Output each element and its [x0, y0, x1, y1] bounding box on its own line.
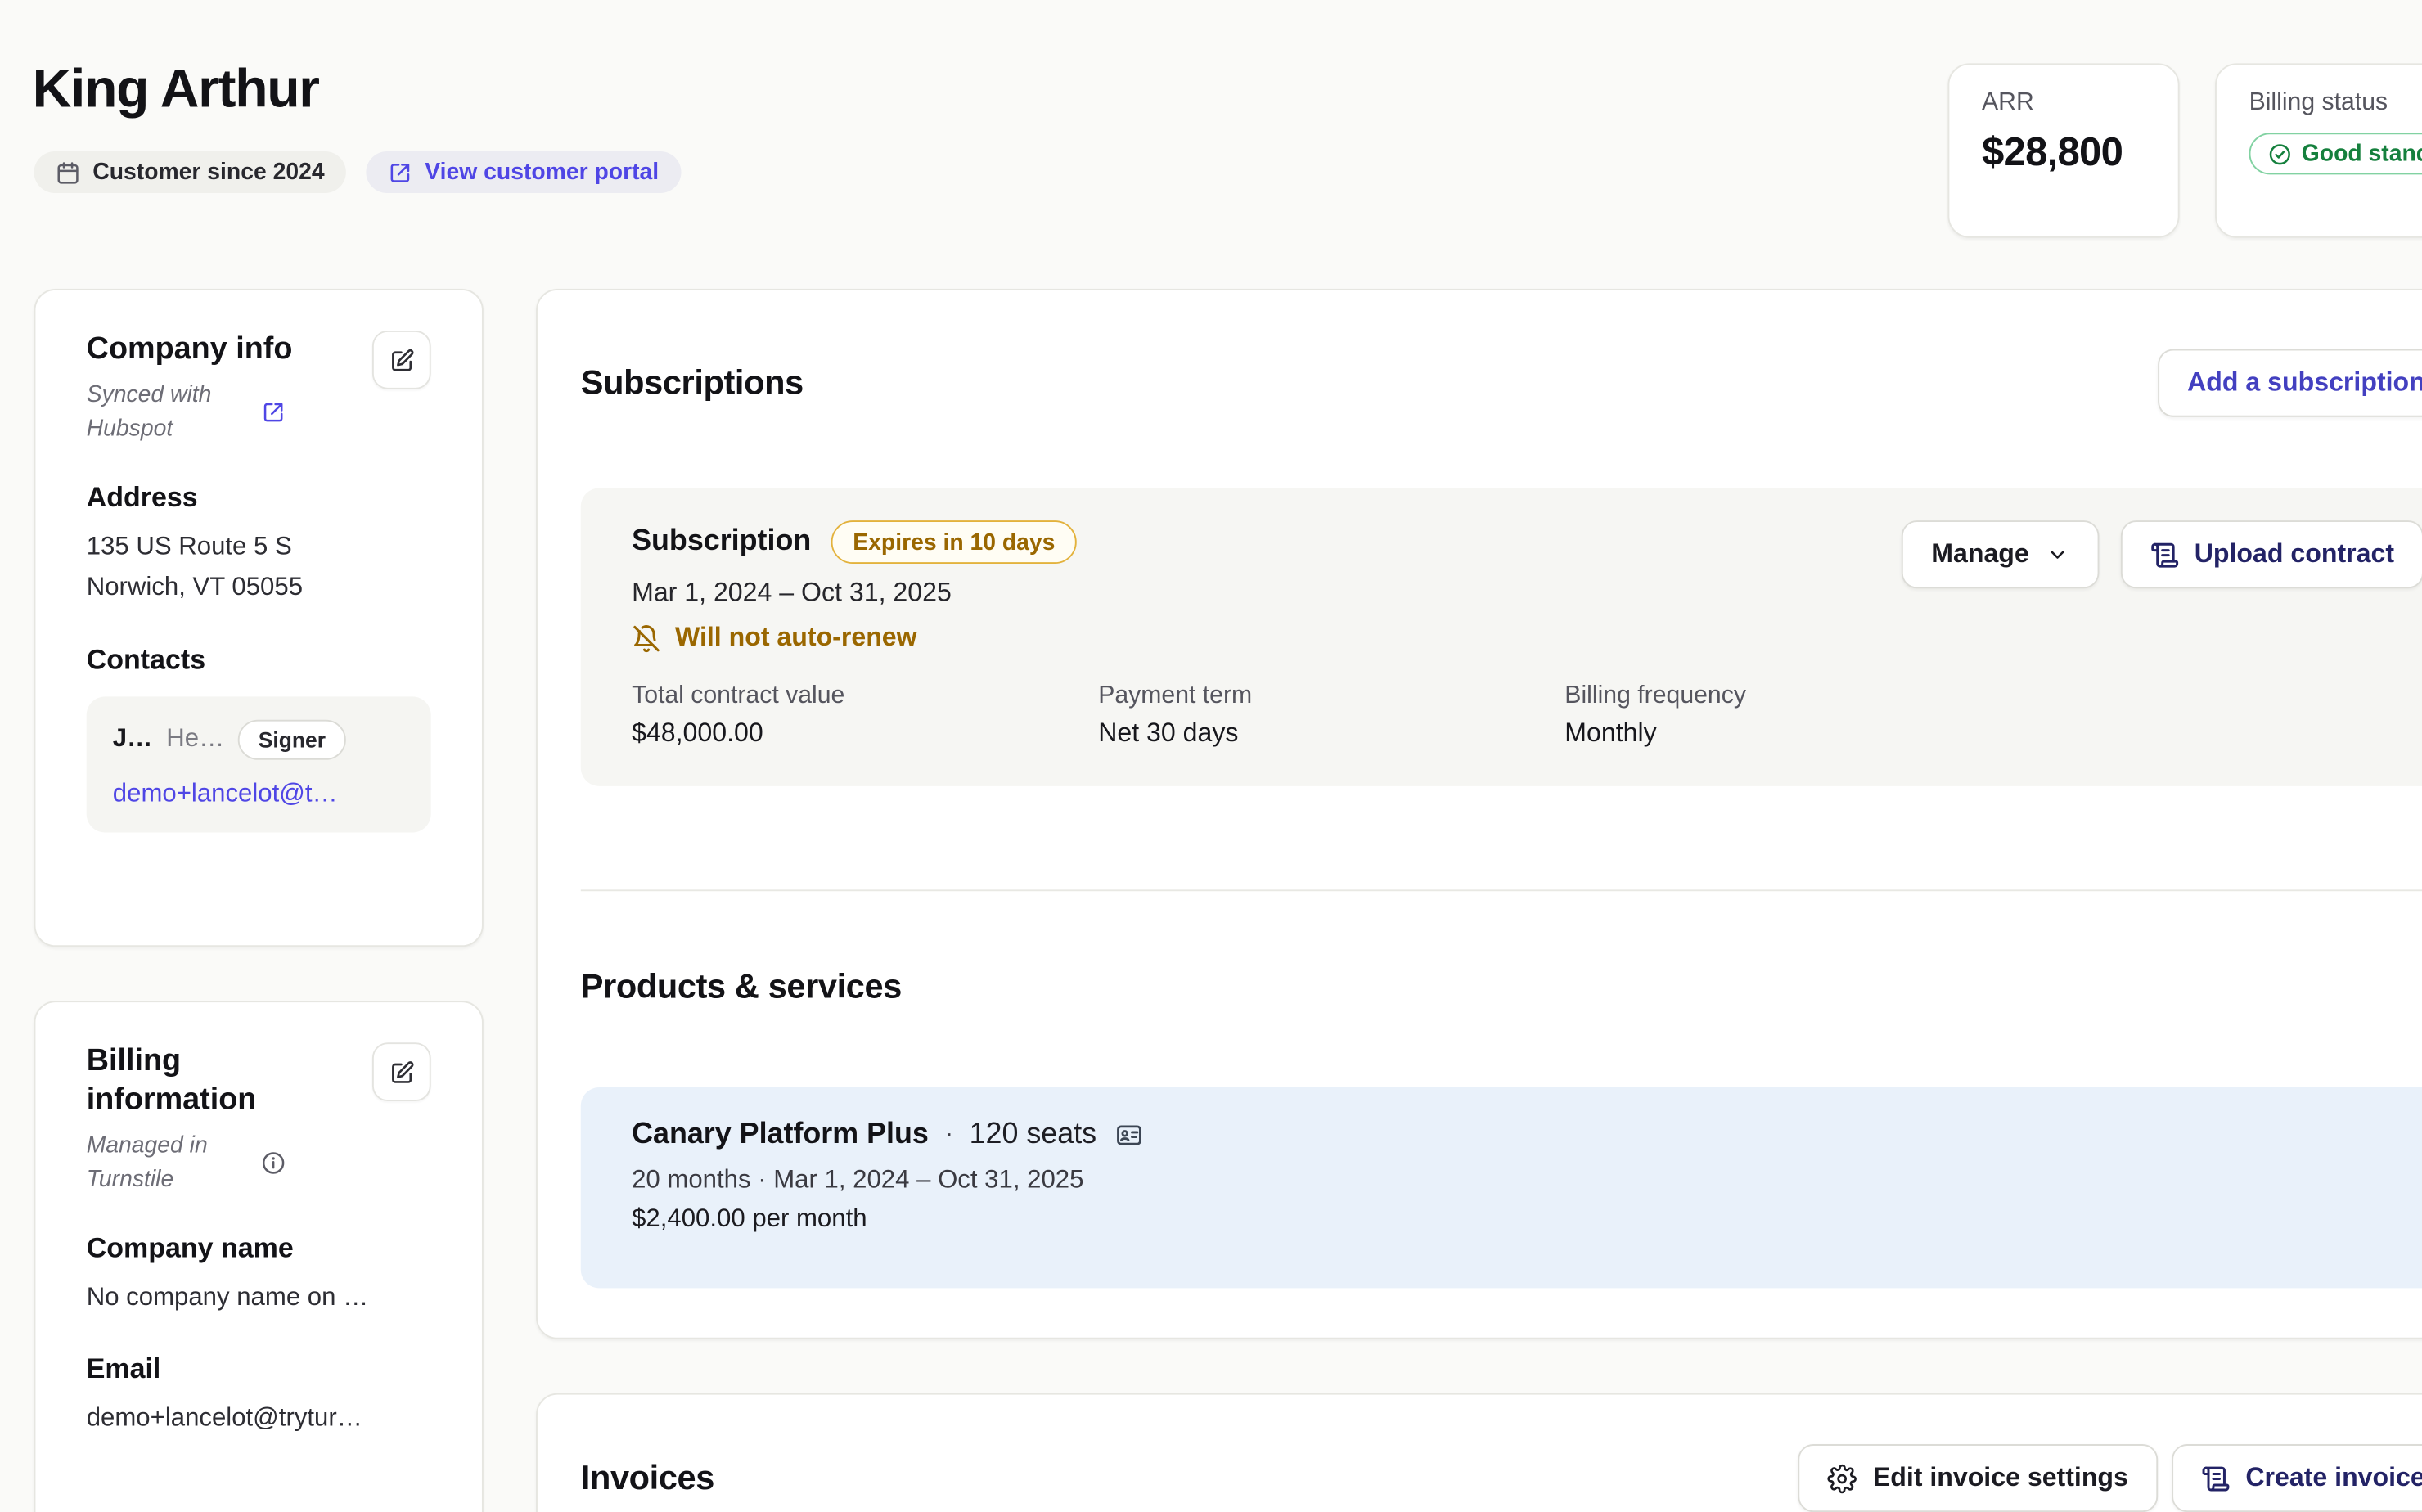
company-name-label: Company name: [87, 1231, 431, 1264]
address-label: Address: [87, 481, 431, 514]
upload-contract-label: Upload contract: [2195, 539, 2394, 570]
edit-invoice-settings-button[interactable]: Edit invoice settings: [1798, 1444, 2158, 1512]
product-seats: 120 seats: [970, 1118, 1097, 1153]
portal-link-label: View customer portal: [425, 159, 659, 185]
contract-scroll-icon: [2150, 540, 2179, 569]
good-standing-badge: Good standing: [2249, 133, 2422, 174]
create-invoice-label: Create invoice: [2245, 1463, 2422, 1494]
stat-label: Payment term: [1098, 682, 1564, 710]
invoices-section: Invoices Edit invoice settings Create in…: [536, 1393, 2422, 1512]
billing-status-label: Billing status: [2249, 89, 2422, 117]
product-price: $2,400.00 per month: [632, 1204, 2403, 1234]
stat-value: Monthly: [1564, 718, 2031, 749]
edit-company-info-button[interactable]: [372, 331, 431, 389]
chevron-down-icon: [2045, 542, 2069, 567]
edit-billing-info-button[interactable]: [372, 1042, 431, 1101]
address-line1: 135 US Route 5 S: [87, 526, 431, 567]
edit-pencil-icon: [389, 347, 415, 373]
create-invoice-button[interactable]: Create invoice: [2172, 1444, 2422, 1512]
address-value: 135 US Route 5 S Norwich, VT 05055: [87, 526, 431, 609]
good-standing-label: Good standing: [2302, 141, 2422, 167]
synced-note: Synced with Hubspot: [87, 378, 249, 445]
signer-role-badge: Signer: [238, 720, 345, 760]
contact-first-name: J…: [113, 725, 152, 754]
add-subscription-label: Add a subscription: [2187, 367, 2422, 398]
address-line2: Norwich, VT 05055: [87, 567, 431, 608]
upload-contract-button[interactable]: Upload contract: [2120, 520, 2422, 588]
billing-information-card: Billing information Managed in Turnstile…: [34, 1001, 484, 1512]
section-divider: [581, 889, 2422, 891]
contact-last-name: He…: [166, 725, 224, 754]
stat-value: $48,000.00: [632, 718, 1098, 749]
managed-note: Managed in Turnstile: [87, 1129, 249, 1196]
company-name-value: No company name on …: [87, 1276, 431, 1317]
check-circle-icon: [2267, 142, 2292, 166]
hubspot-external-link-icon[interactable]: [261, 399, 286, 424]
contact-email-link[interactable]: demo+lancelot@t…: [113, 780, 405, 809]
arr-label: ARR: [1982, 89, 2145, 117]
auto-renew-label: Will not auto-renew: [675, 623, 917, 654]
product-item[interactable]: Canary Platform Plus · 120 seats 20 mont…: [581, 1087, 2422, 1288]
customer-name-title: King Arthur: [33, 59, 319, 121]
customer-since-label: Customer since 2024: [92, 159, 324, 185]
add-subscription-button[interactable]: Add a subscription: [2158, 349, 2422, 417]
product-separator: ·: [944, 1118, 954, 1153]
company-info-card: Company info Synced with Hubspot Address…: [34, 289, 484, 947]
gear-icon: [1828, 1464, 1857, 1493]
bell-off-icon: [632, 623, 661, 653]
billing-status-card: Billing status Good standing: [2215, 63, 2422, 237]
billing-email-value: demo+lancelot@trytur…: [87, 1398, 431, 1439]
subscription-stats: Total contract value $48,000.00 Payment …: [632, 682, 2403, 749]
stat-value: Net 30 days: [1098, 718, 1564, 749]
billing-email-label: Email: [87, 1353, 431, 1386]
manage-label: Manage: [1931, 539, 2028, 570]
arr-card: ARR $28,800: [1947, 63, 2179, 237]
product-name: Canary Platform Plus: [632, 1118, 929, 1153]
invoices-title: Invoices: [581, 1458, 714, 1498]
subscriptions-title: Subscriptions: [581, 363, 804, 403]
products-services-title: Products & services: [581, 967, 902, 1007]
info-icon[interactable]: [261, 1150, 286, 1175]
seats-contact-card-icon: [1115, 1122, 1143, 1150]
manage-button[interactable]: Manage: [1902, 520, 2098, 588]
invoice-scroll-icon: [2201, 1464, 2231, 1493]
subscription-item: Subscription Expires in 10 days Mar 1, 2…: [581, 488, 2422, 786]
product-term: 20 months · Mar 1, 2024 – Oct 31, 2025: [632, 1166, 2403, 1195]
edit-pencil-icon: [389, 1059, 415, 1085]
edit-invoice-settings-label: Edit invoice settings: [1873, 1463, 2128, 1494]
customer-detail-page: King Arthur Customer since 2024 View cus…: [0, 0, 2422, 1512]
external-link-icon: [388, 160, 412, 184]
arr-value: $28,800: [1982, 128, 2145, 177]
subscription-item-title: Subscription: [632, 525, 811, 560]
company-info-title: Company info: [87, 331, 293, 369]
view-customer-portal-link[interactable]: View customer portal: [367, 151, 681, 193]
expires-badge: Expires in 10 days: [831, 520, 1077, 564]
stat-label: Billing frequency: [1564, 682, 2031, 710]
contacts-label: Contacts: [87, 644, 431, 677]
customer-since-badge: Customer since 2024: [34, 151, 346, 193]
stat-label: Total contract value: [632, 682, 1098, 710]
subscriptions-section: Subscriptions Add a subscription Subscri…: [536, 289, 2422, 1339]
header-badges: Customer since 2024 View customer portal: [34, 151, 681, 193]
contact-card[interactable]: J… He… Signer demo+lancelot@t…: [87, 696, 431, 832]
calendar-icon: [56, 160, 80, 184]
billing-information-title: Billing information: [87, 1042, 318, 1119]
auto-renew-note: Will not auto-renew: [632, 623, 2403, 654]
